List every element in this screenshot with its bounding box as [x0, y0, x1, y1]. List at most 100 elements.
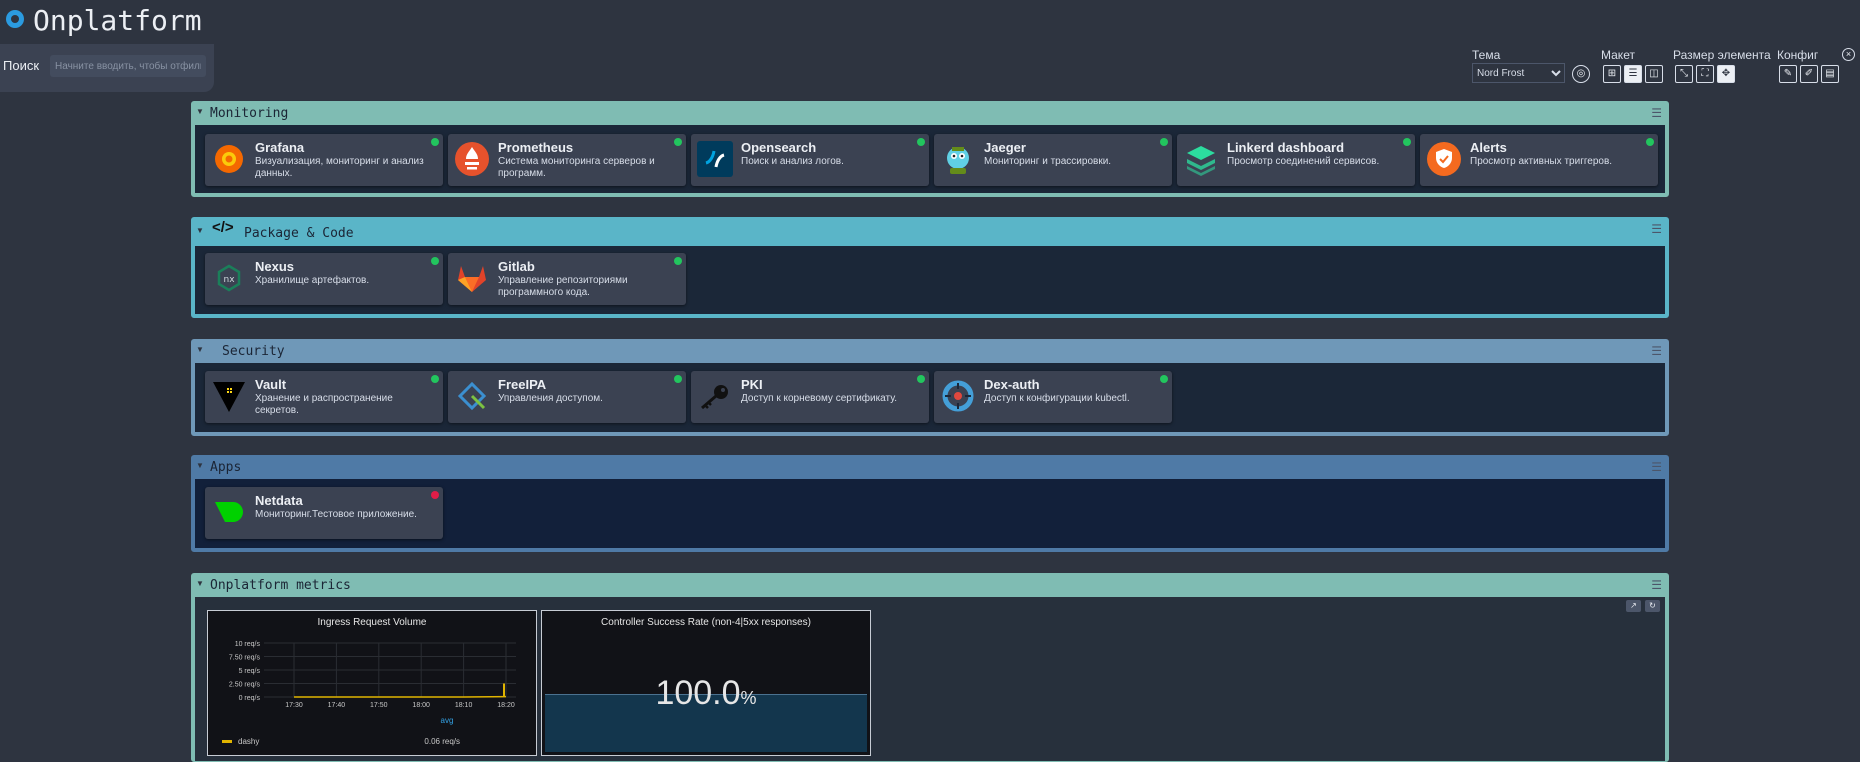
service-tile-grafana[interactable]: Grafana Визуализация, мониторинг и анали… [205, 134, 443, 186]
tile-name: Vault [255, 377, 287, 392]
tile-description: Управления доступом. [498, 393, 603, 404]
nexus-icon: nx [217, 264, 241, 292]
section-body: Grafana Визуализация, мониторинг и анали… [195, 125, 1665, 193]
tile-name: Linkerd dashboard [1227, 140, 1345, 155]
y-tick-label: 2.50 req/s [229, 682, 261, 689]
tile-description: Визуализация, мониторинг и анализ данных… [255, 156, 424, 179]
service-tile-nexus[interactable]: nx Nexus Хранилище артефактов. [205, 253, 443, 305]
drag-handle-icon[interactable]: ☰ [1651, 344, 1662, 358]
x-tick-label: 17:30 [285, 702, 303, 709]
collapse-chevron-icon[interactable]: ▼ [196, 461, 204, 470]
x-tick-label: 17:40 [328, 702, 346, 709]
service-tile-alerts[interactable]: Alerts Просмотр активных триггеров. [1420, 134, 1658, 186]
size-large-icon[interactable]: ✥ [1717, 65, 1735, 83]
layout-grid-icon[interactable]: ⊞ [1603, 65, 1621, 83]
vault-icon [213, 382, 245, 412]
success-rate-unit: % [740, 688, 757, 708]
success-rate-value: 100.0% [542, 674, 870, 713]
section-package-header[interactable]: ▼ </> Package & Code ☰ [192, 218, 1668, 245]
gitlab-icon [458, 266, 486, 292]
tile-name: Grafana [255, 140, 305, 155]
tile-name: Netdata [255, 493, 303, 508]
section-metrics-header[interactable]: ▼ Onplatform metrics ☰ [192, 574, 1668, 596]
service-tile-gitlab[interactable]: Gitlab Управление репозиториями программ… [448, 253, 686, 305]
status-indicator [917, 375, 925, 383]
alerts-shield-icon [1427, 142, 1461, 176]
section-body: nx Nexus Хранилище артефактов. Gitlab Уп… [195, 246, 1665, 314]
opensearch-icon [697, 141, 733, 177]
tile-description: Хранилище артефактов. [255, 275, 370, 286]
x-tick-label: 18:00 [412, 702, 430, 709]
status-indicator [431, 375, 439, 383]
service-tile-dex-auth[interactable]: Dex-auth Доступ к конфигурации kubectl. [934, 371, 1172, 423]
status-indicator [431, 491, 439, 499]
service-tile-jaeger[interactable]: Jaeger Мониторинг и трассировки. [934, 134, 1172, 186]
status-indicator [1403, 138, 1411, 146]
layout-list-icon[interactable]: ☰ [1624, 65, 1642, 83]
key-icon [701, 385, 728, 410]
status-indicator [674, 375, 682, 383]
collapse-chevron-icon[interactable]: ▼ [196, 226, 204, 235]
tile-description: Система мониторинга серверов и программ. [498, 156, 655, 179]
section-security: ▼ Security ☰ Vault Хранение и распростра… [191, 339, 1669, 436]
custom-theme-icon[interactable]: ◎ [1572, 65, 1590, 83]
size-medium-icon[interactable]: ⛶ [1696, 65, 1714, 83]
status-indicator [1160, 138, 1168, 146]
grafana-icon [215, 145, 243, 173]
tile-name: PKI [741, 377, 763, 392]
theme-select[interactable]: Nord Frost [1472, 63, 1565, 83]
collapse-chevron-icon[interactable]: ▼ [196, 345, 204, 354]
layout-columns-icon[interactable]: ◫ [1645, 65, 1663, 83]
drag-handle-icon[interactable]: ☰ [1651, 222, 1662, 236]
section-title: Package & Code [244, 226, 354, 241]
x-tick-label: 17:50 [370, 702, 388, 709]
status-indicator [674, 138, 682, 146]
x-tick-label: 18:20 [497, 702, 515, 709]
y-tick-label: 0 req/s [239, 695, 261, 702]
tile-description: Поиск и анализ логов. [741, 156, 844, 167]
service-tile-vault[interactable]: Vault Хранение и распространение секрето… [205, 371, 443, 423]
tile-name: Jaeger [984, 140, 1026, 155]
section-apps: ▼ Apps ☰ Netdata Мониторинг.Тестовое при… [191, 455, 1669, 552]
section-package-code: ▼ </> Package & Code ☰ nx Nexus Хранилищ… [191, 217, 1669, 318]
drag-handle-icon[interactable]: ☰ [1651, 106, 1662, 120]
legend-header: avg [441, 716, 454, 725]
close-settings-icon[interactable]: × [1842, 48, 1855, 61]
collapse-chevron-icon[interactable]: ▼ [196, 579, 204, 588]
section-apps-header[interactable]: ▼ Apps ☰ [192, 456, 1668, 478]
section-security-header[interactable]: ▼ Security ☰ [192, 340, 1668, 362]
service-tile-pki[interactable]: PKI Доступ к корневому сертификату. [691, 371, 929, 423]
tile-description: Мониторинг и трассировки. [984, 156, 1112, 167]
ingress-line-chart: 0 req/s 2.50 req/s 5 req/s 7.50 req/s 10 req… [222, 641, 516, 746]
collapse-chevron-icon[interactable]: ▼ [196, 107, 204, 116]
size-small-icon[interactable]: ⤡ [1675, 65, 1693, 83]
prometheus-icon [455, 142, 489, 176]
legend-swatch [222, 740, 232, 743]
tile-name: Opensearch [741, 140, 817, 155]
status-indicator [1160, 375, 1168, 383]
section-title: Monitoring [210, 106, 289, 121]
section-monitoring-header[interactable]: ▼ Monitoring ☰ [192, 102, 1668, 124]
refresh-icon[interactable]: ↻ [1645, 600, 1660, 612]
service-tile-freeipa[interactable]: FreeIPA Управления доступом. [448, 371, 686, 423]
tile-name: Prometheus [498, 140, 574, 155]
search-label: Поиск [3, 58, 40, 73]
x-tick-label: 18:10 [455, 702, 473, 709]
config-file-icon[interactable]: ▤ [1821, 65, 1839, 83]
y-tick-label: 10 req/s [235, 641, 261, 648]
service-tile-prometheus[interactable]: Prometheus Система мониторинга серверов … [448, 134, 686, 186]
service-tile-opensearch[interactable]: Opensearch Поиск и анализ логов. [691, 134, 929, 186]
search-input[interactable] [50, 55, 206, 77]
layout-label: Макет [1601, 48, 1635, 62]
edit-pen-icon[interactable]: ✐ [1800, 65, 1818, 83]
drag-handle-icon[interactable]: ☰ [1651, 460, 1662, 474]
search-bar: Поиск [0, 44, 214, 92]
service-tile-netdata[interactable]: Netdata Мониторинг.Тестовое приложение. [205, 487, 443, 539]
wrench-icon[interactable]: ✎ [1779, 65, 1797, 83]
drag-handle-icon[interactable]: ☰ [1651, 578, 1662, 592]
tile-description: Мониторинг.Тестовое приложение. [255, 509, 417, 520]
legend-series-name: dashy [238, 737, 259, 746]
service-tile-linkerd[interactable]: Linkerd dashboard Просмотр соединений се… [1177, 134, 1415, 186]
open-external-icon[interactable]: ↗ [1626, 600, 1641, 612]
legend-series-value: 0.06 req/s [424, 737, 460, 746]
